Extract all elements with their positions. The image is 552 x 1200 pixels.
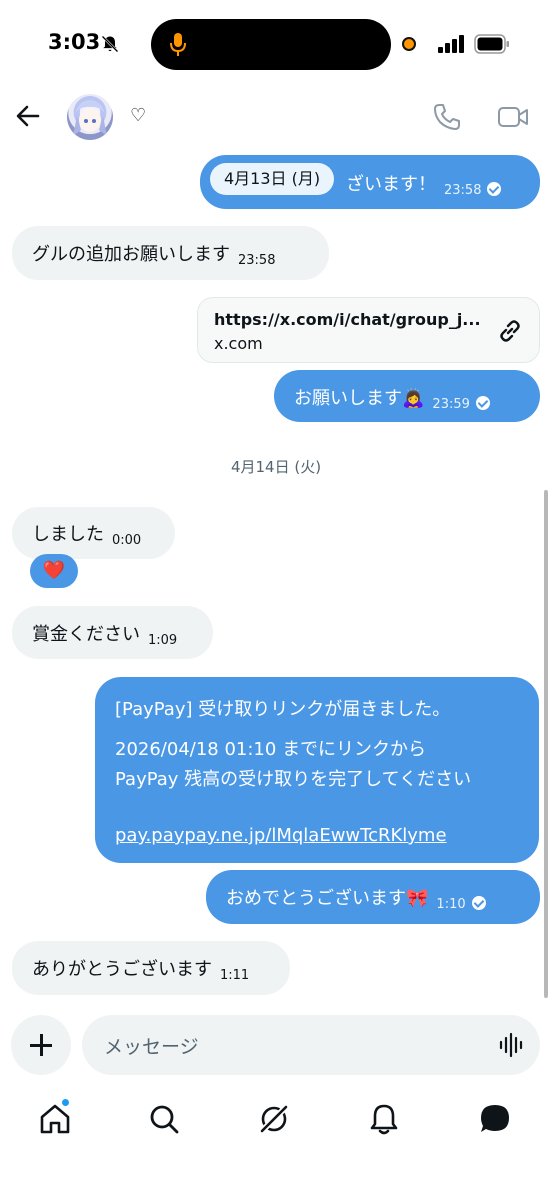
- dynamic-island: [151, 19, 391, 70]
- bell-off-icon: [101, 35, 119, 53]
- message-outgoing[interactable]: お願いします🙇‍♀️ 23:59: [274, 370, 540, 422]
- paypay-line-2: 2026/04/18 01:10 までにリンクから: [115, 739, 427, 760]
- recording-indicator: [402, 37, 416, 51]
- message-input[interactable]: メッセージ: [82, 1015, 540, 1075]
- avatar[interactable]: [67, 94, 113, 140]
- grok-icon[interactable]: [257, 1102, 291, 1136]
- message-timestamp: 23:58: [444, 183, 482, 198]
- heart-reaction[interactable]: ❤️: [30, 554, 78, 588]
- floating-date-pill: 4月13日 (月): [210, 163, 335, 195]
- message-incoming[interactable]: グルの追加お願いします 23:58: [12, 226, 329, 280]
- message-text: ありがとうございます: [32, 959, 212, 980]
- message-timestamp: 1:11: [220, 968, 250, 983]
- signal-icon: [438, 35, 464, 53]
- scrollbar[interactable]: [544, 490, 548, 998]
- link-url: https://x.com/i/chat/group_j...: [214, 310, 481, 329]
- notification-dot: [61, 1098, 70, 1107]
- messages-icon[interactable]: [478, 1102, 512, 1136]
- voice-icon[interactable]: [498, 1032, 524, 1058]
- message-text: おめでとうございます🎀: [226, 888, 429, 909]
- paypay-link[interactable]: pay.paypay.ne.jp/lMqlaEwwTcRKlyme: [115, 825, 447, 846]
- message-incoming[interactable]: しました 0:00: [12, 507, 175, 559]
- read-check-icon: [487, 182, 502, 196]
- chat-header: ♡: [0, 90, 552, 145]
- link-preview-card[interactable]: https://x.com/i/chat/group_j... x.com: [197, 297, 540, 363]
- message-input-placeholder: メッセージ: [104, 1036, 199, 1058]
- bell-icon[interactable]: [367, 1102, 401, 1136]
- message-timestamp: 23:59: [432, 397, 470, 412]
- message-incoming[interactable]: ありがとうございます 1:11: [12, 941, 290, 995]
- search-icon[interactable]: [147, 1102, 181, 1136]
- date-separator: 4月14日 (火): [230, 458, 322, 476]
- read-check-icon: [471, 896, 486, 910]
- bottom-nav: [0, 1090, 552, 1200]
- battery-icon: [474, 34, 509, 54]
- message-timestamp: 0:00: [112, 533, 142, 548]
- message-text: ざいます！: [346, 174, 436, 195]
- link-domain: x.com: [214, 334, 263, 353]
- message-text: 賞金ください: [32, 624, 140, 645]
- message-timestamp: 1:10: [436, 897, 466, 912]
- microphone-icon: [170, 33, 186, 56]
- heart-icon: ♡: [130, 105, 147, 126]
- message-timestamp: 23:58: [238, 253, 276, 268]
- status-time: 3:03: [48, 30, 101, 54]
- video-icon[interactable]: [497, 103, 529, 131]
- home-icon[interactable]: [38, 1102, 72, 1136]
- phone-icon[interactable]: [432, 102, 462, 132]
- back-arrow-icon[interactable]: [14, 102, 42, 130]
- status-bar: 3:03: [0, 0, 552, 90]
- message-outgoing[interactable]: おめでとうございます🎀 1:10: [206, 870, 540, 924]
- paypay-line-1: [PayPay] 受け取りリンクが届きました。: [115, 699, 451, 720]
- paypay-line-3: PayPay 残高の受け取りを完了してください: [115, 769, 472, 790]
- add-attachment-button[interactable]: [11, 1015, 71, 1075]
- message-text: しました: [32, 524, 104, 545]
- message-text: グルの追加お願いします: [32, 244, 230, 265]
- paypay-message[interactable]: [PayPay] 受け取りリンクが届きました。 2026/04/18 01:10…: [95, 677, 539, 863]
- message-incoming[interactable]: 賞金ください 1:09: [12, 606, 213, 659]
- message-timestamp: 1:09: [148, 633, 178, 648]
- read-check-icon: [475, 396, 490, 410]
- link-icon: [500, 320, 520, 342]
- message-text: お願いします🙇‍♀️: [294, 388, 425, 409]
